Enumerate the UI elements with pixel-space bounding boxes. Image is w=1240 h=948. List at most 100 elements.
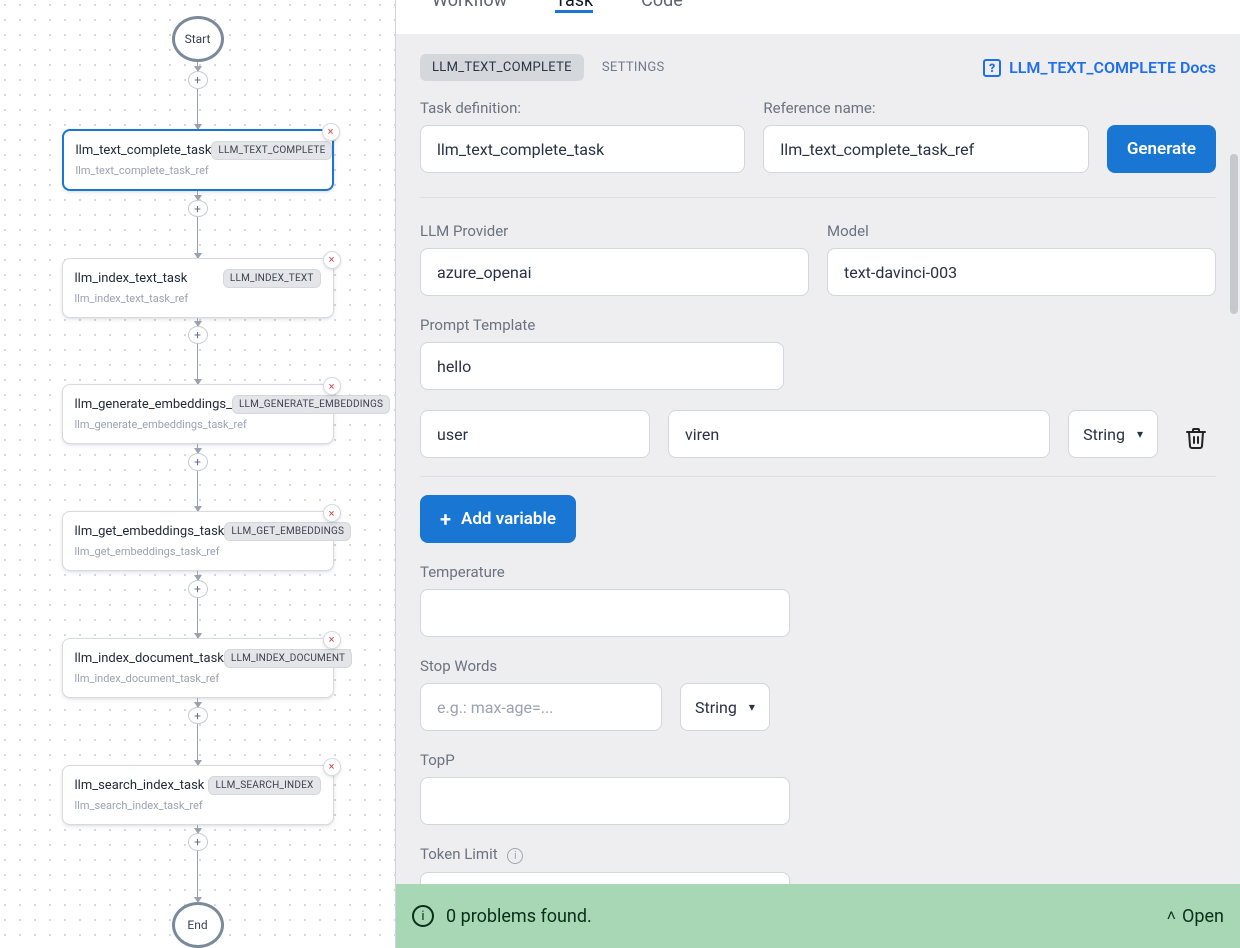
variable-type-selected: String xyxy=(1083,425,1125,444)
top-tabs: Workflow Task Code xyxy=(396,0,1240,34)
topp-input[interactable] xyxy=(420,777,790,825)
model-input[interactable] xyxy=(827,248,1216,296)
prompt-template-input[interactable] xyxy=(420,342,784,390)
tab-task[interactable]: Task xyxy=(555,0,593,13)
node-type-badge: LLM_SEARCH_INDEX xyxy=(208,776,320,795)
prompt-template-field: Prompt Template xyxy=(420,316,1216,390)
delete-node-button[interactable]: × xyxy=(323,758,341,776)
node-type-badge: LLM_INDEX_TEXT xyxy=(223,269,321,288)
flow-connector xyxy=(197,471,198,511)
token-limit-label: Token Limit i xyxy=(420,845,1216,864)
generate-button-label: Generate xyxy=(1127,139,1196,159)
panel-scroll[interactable]: LLM_TEXT_COMPLETE SETTINGS ? LLM_TEXT_CO… xyxy=(396,34,1240,948)
temperature-input[interactable] xyxy=(420,589,790,637)
flow-connector xyxy=(197,62,198,71)
right-panel: Workflow Task Code LLM_TEXT_COMPLETE SETTI… xyxy=(396,0,1240,948)
delete-node-button[interactable]: × xyxy=(322,123,340,141)
end-label: End xyxy=(187,918,207,932)
add-node-button[interactable]: + xyxy=(188,580,208,598)
end-node[interactable]: End xyxy=(172,902,224,948)
flow-connector xyxy=(197,344,198,384)
docs-link-label: LLM_TEXT_COMPLETE Docs xyxy=(1009,58,1216,77)
task-definition-input[interactable] xyxy=(420,125,745,173)
flow-canvas[interactable]: Start + ×llm_text_complete_taskLLM_TEXT_… xyxy=(0,0,396,948)
prompt-template-label: Prompt Template xyxy=(420,316,1216,334)
flow-connector xyxy=(197,851,198,902)
flow-node-n5[interactable]: ×llm_search_index_taskLLM_SEARCH_INDEXll… xyxy=(62,765,334,825)
node-type-badge: LLM_TEXT_COMPLETE xyxy=(211,141,332,160)
variable-type-select[interactable]: String ▾ xyxy=(1068,410,1158,458)
flow-node-n4[interactable]: ×llm_index_document_taskLLM_INDEX_DOCUME… xyxy=(62,638,334,698)
llm-provider-field: LLM Provider xyxy=(420,222,809,296)
info-icon[interactable]: i xyxy=(507,848,523,864)
info-icon: i xyxy=(412,905,434,927)
node-ref: llm_index_document_task_ref xyxy=(75,672,321,685)
provider-model-row: LLM Provider Model xyxy=(420,222,1216,296)
tab-workflow[interactable]: Workflow xyxy=(432,0,507,12)
flow-connector xyxy=(197,217,198,257)
flow-connector xyxy=(197,598,198,638)
add-variable-label: Add variable xyxy=(461,509,556,529)
add-variable-button[interactable]: + Add variable xyxy=(420,495,576,543)
chevron-up-icon: ˄ xyxy=(1167,906,1176,926)
node-title-row: llm_search_index_taskLLM_SEARCH_INDEX xyxy=(75,776,321,795)
add-node-button[interactable]: + xyxy=(188,200,208,218)
stop-words-type-select[interactable]: String ▾ xyxy=(680,683,770,731)
stop-words-input[interactable] xyxy=(420,683,662,731)
delete-variable-button[interactable] xyxy=(1176,418,1216,458)
problems-open-toggle[interactable]: ˄ Open xyxy=(1167,906,1224,927)
vertical-scrollbar[interactable] xyxy=(1228,34,1240,882)
tab-code[interactable]: Code xyxy=(641,0,683,12)
divider xyxy=(420,476,1216,477)
llm-provider-input[interactable] xyxy=(420,248,809,296)
add-node-button[interactable]: + xyxy=(188,707,208,725)
add-node-button[interactable]: + xyxy=(188,71,208,89)
panel-body: LLM_TEXT_COMPLETE SETTINGS ? LLM_TEXT_CO… xyxy=(396,34,1240,948)
flow-connector xyxy=(197,724,198,764)
node-title-row: llm_index_document_taskLLM_INDEX_DOCUMEN… xyxy=(75,649,321,668)
flow-connector xyxy=(197,318,198,327)
flow-connector xyxy=(197,191,198,200)
flow-node-n2[interactable]: ×llm_generate_embeddings_LLM_GENERATE_EM… xyxy=(62,384,334,444)
add-node-button[interactable]: + xyxy=(188,453,208,471)
problems-bar[interactable]: i 0 problems found. ˄ Open xyxy=(396,884,1240,948)
task-type-pill[interactable]: LLM_TEXT_COMPLETE xyxy=(420,54,584,81)
docs-link[interactable]: ? LLM_TEXT_COMPLETE Docs xyxy=(983,58,1216,77)
settings-tab[interactable]: SETTINGS xyxy=(602,60,665,75)
reference-name-input[interactable] xyxy=(763,125,1088,173)
stop-words-field: Stop Words String ▾ xyxy=(420,657,1216,731)
add-node-button[interactable]: + xyxy=(188,326,208,344)
task-definition-field: Task definition: xyxy=(420,99,745,173)
flow-connector xyxy=(197,698,198,707)
start-node[interactable]: Start xyxy=(172,16,224,62)
node-ref: llm_generate_embeddings_task_ref xyxy=(75,418,321,431)
start-label: Start xyxy=(185,32,211,46)
variable-row: String ▾ xyxy=(420,410,1216,458)
stop-words-label: Stop Words xyxy=(420,657,1216,675)
node-title-row: llm_text_complete_taskLLM_TEXT_COMPLETE xyxy=(76,141,320,160)
trash-icon xyxy=(1184,426,1208,450)
node-title-row: llm_index_text_taskLLM_INDEX_TEXT xyxy=(75,269,321,288)
scrollbar-thumb[interactable] xyxy=(1230,154,1238,314)
model-field: Model xyxy=(827,222,1216,296)
delete-node-button[interactable]: × xyxy=(323,377,341,395)
help-icon: ? xyxy=(983,59,1001,77)
delete-node-button[interactable]: × xyxy=(323,631,341,649)
flow-connector xyxy=(197,571,198,580)
delete-node-button[interactable]: × xyxy=(323,251,341,269)
flow-node-n3[interactable]: ×llm_get_embeddings_taskLLM_GET_EMBEDDIN… xyxy=(62,511,334,571)
flow: Start + ×llm_text_complete_taskLLM_TEXT_… xyxy=(0,0,395,948)
delete-node-button[interactable]: × xyxy=(323,504,341,522)
flow-node-n1[interactable]: ×llm_index_text_taskLLM_INDEX_TEXTllm_in… xyxy=(62,258,334,318)
add-node-button[interactable]: + xyxy=(188,833,208,851)
flow-node-n0[interactable]: ×llm_text_complete_taskLLM_TEXT_COMPLETE… xyxy=(62,129,334,191)
variable-value-input[interactable] xyxy=(668,410,1050,458)
node-title: llm_index_document_task xyxy=(75,651,224,666)
node-title: llm_search_index_task xyxy=(75,778,205,793)
variable-key-input[interactable] xyxy=(420,410,650,458)
problems-text: 0 problems found. xyxy=(446,906,592,927)
generate-button[interactable]: Generate xyxy=(1107,125,1216,173)
task-name-row: Task definition: Reference name: Generat… xyxy=(420,99,1216,173)
node-type-badge: LLM_INDEX_DOCUMENT xyxy=(224,649,352,668)
node-ref: llm_index_text_task_ref xyxy=(75,292,321,305)
